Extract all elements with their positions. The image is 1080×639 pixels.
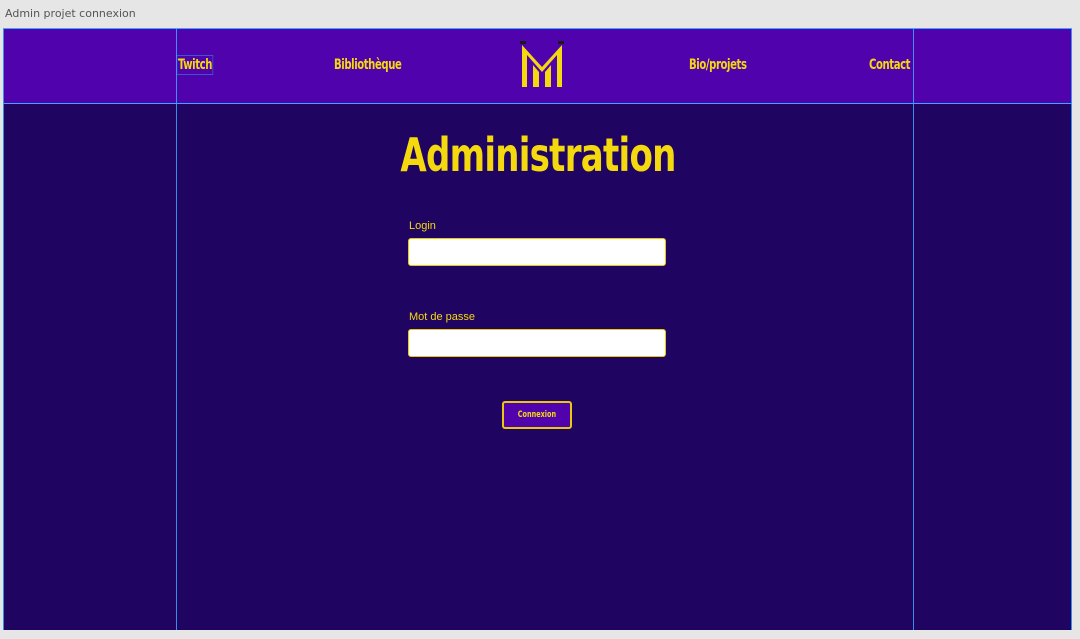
artboard: Twitch Bibliothèque Bio/projets Contact … [3,28,1072,630]
nav-link-contact[interactable]: Contact [869,57,911,73]
nav-link-twitch[interactable]: Twitch [176,55,214,75]
nav-link-bio-projets[interactable]: Bio/projets [689,57,747,73]
login-input[interactable] [408,238,666,266]
login-label: Login [409,220,436,232]
connexion-button[interactable]: Connexion [502,401,572,429]
navbar: Twitch Bibliothèque Bio/projets Contact [3,28,1072,104]
password-label: Mot de passe [409,311,476,323]
guide-line-edge-left [3,28,4,630]
guide-line-right [913,28,914,630]
nav-link-bibliotheque[interactable]: Bibliothèque [334,57,402,73]
password-input[interactable] [408,329,666,357]
window-title: Admin projet connexion [5,7,136,20]
guide-line-edge-right [1071,28,1072,630]
page-title: Administration [3,128,1072,182]
m-monogram-logo-icon[interactable] [519,41,565,89]
page-title-text: Administration [399,128,676,182]
connexion-button-label: Connexion [517,410,557,420]
guide-line-left [176,28,177,630]
